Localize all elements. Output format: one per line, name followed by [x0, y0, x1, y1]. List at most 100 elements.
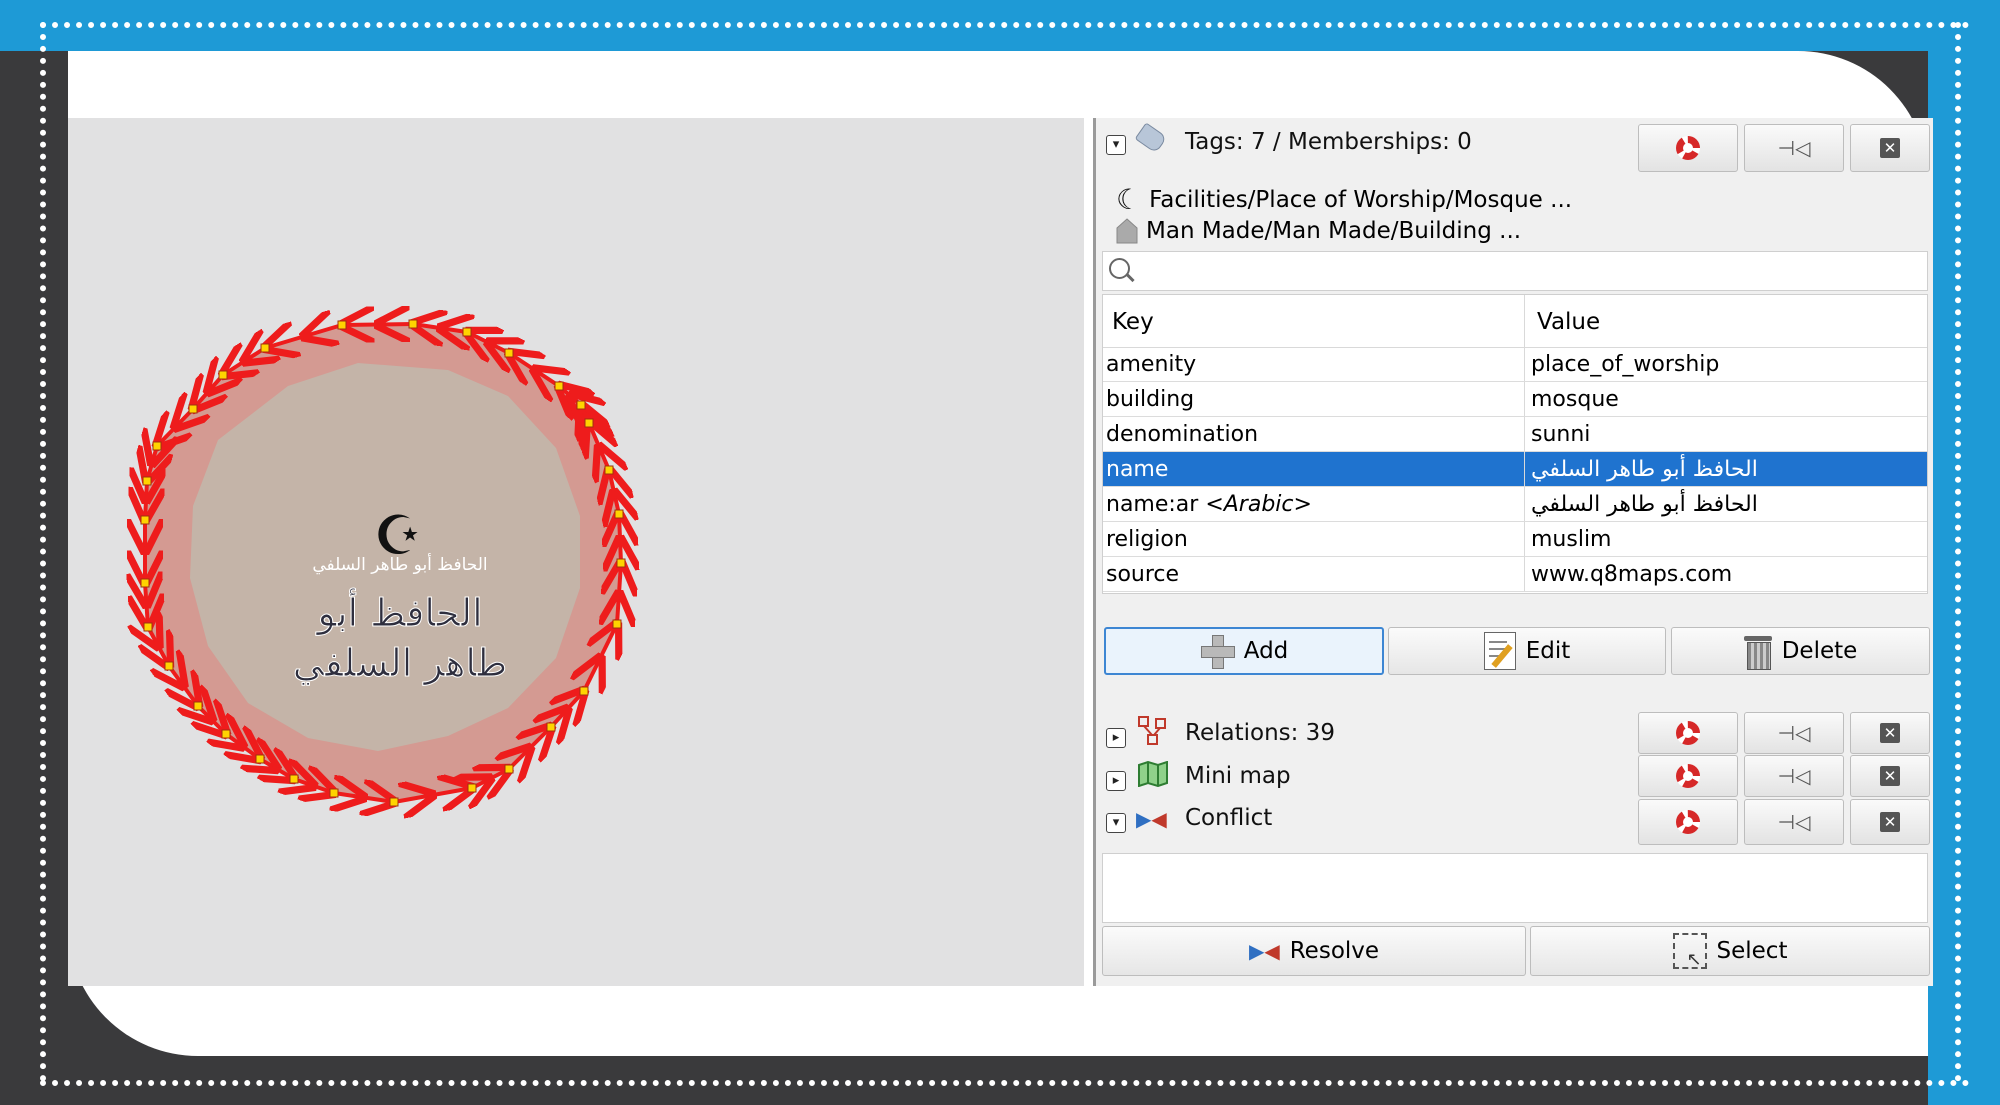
- select-button[interactable]: ↖ Select: [1530, 926, 1930, 976]
- way-node[interactable]: [218, 370, 228, 380]
- way-node[interactable]: [408, 319, 418, 329]
- column-header-key[interactable]: Key: [1112, 309, 1154, 335]
- relations-undock-button[interactable]: ⊣◁: [1744, 712, 1844, 754]
- way-node[interactable]: [614, 509, 624, 519]
- way-node[interactable]: [584, 418, 594, 428]
- way-node[interactable]: [193, 701, 203, 711]
- way-segment[interactable]: [342, 325, 378, 326]
- way-node[interactable]: [546, 722, 556, 732]
- table-row[interactable]: amenity place_of_worship: [1103, 347, 1927, 382]
- relations-panel-header[interactable]: ▸ Relations: 39 ⊣◁ ✕: [1096, 712, 1930, 755]
- preset-building[interactable]: Man Made/Man Made/Building ...: [1116, 218, 1521, 244]
- conflict-help-button[interactable]: [1638, 799, 1738, 845]
- tags-help-button[interactable]: [1638, 124, 1738, 172]
- map-view[interactable]: ☪ الحافظ أبو طاهر السلفي الحافظ أبو طاهر…: [68, 118, 1084, 986]
- way-node[interactable]: [504, 764, 514, 774]
- way-segment[interactable]: [619, 563, 621, 594]
- add-tag-button[interactable]: Add: [1104, 627, 1384, 675]
- minimap-expand-toggle[interactable]: ▸: [1106, 771, 1126, 791]
- relations-help-button[interactable]: [1638, 712, 1738, 754]
- way-node[interactable]: [152, 441, 162, 451]
- way-node[interactable]: [289, 774, 299, 784]
- column-header-value[interactable]: Value: [1537, 309, 1600, 335]
- relations-panel-title: Relations: 39: [1185, 720, 1335, 746]
- table-row[interactable]: name الحافظ أبو طاهر السلفي: [1103, 452, 1927, 487]
- map-label-line2: طاهر السلفي: [293, 641, 507, 686]
- way-node[interactable]: [616, 558, 626, 568]
- way-node[interactable]: [579, 686, 589, 696]
- way-node[interactable]: [255, 754, 265, 764]
- way-node[interactable]: [467, 783, 477, 793]
- way-node[interactable]: [554, 381, 564, 391]
- tags-close-button[interactable]: ✕: [1850, 124, 1930, 172]
- tag-table[interactable]: Key Value amenity place_of_worshipbuildin…: [1102, 294, 1928, 594]
- conflict-panel-header[interactable]: ▾ ▶◀ Conflict ⊣◁ ✕: [1096, 799, 1930, 845]
- conflict-list[interactable]: [1102, 853, 1928, 923]
- minimap-help-button[interactable]: [1638, 755, 1738, 797]
- minimap-close-button[interactable]: ✕: [1850, 755, 1930, 797]
- tag-value-cell[interactable]: الحافظ أبو طاهر السلفي: [1531, 492, 1758, 517]
- conflict-close-button[interactable]: ✕: [1850, 799, 1930, 845]
- way-node[interactable]: [143, 622, 153, 632]
- tag-value-cell[interactable]: muslim: [1531, 527, 1612, 552]
- way-node[interactable]: [140, 515, 150, 525]
- tag-value-cell[interactable]: sunni: [1531, 422, 1590, 447]
- minimap-undock-button[interactable]: ⊣◁: [1744, 755, 1844, 797]
- table-row[interactable]: source www.q8maps.com: [1103, 557, 1927, 592]
- relations-expand-toggle[interactable]: ▸: [1106, 728, 1126, 748]
- tag-value-cell[interactable]: mosque: [1531, 387, 1619, 412]
- way-node[interactable]: [604, 465, 614, 475]
- map-canvas[interactable]: ☪ الحافظ أبو طاهر السلفي الحافظ أبو طاهر…: [68, 118, 1084, 986]
- table-row[interactable]: denomination sunni: [1103, 417, 1927, 452]
- way-node[interactable]: [260, 343, 270, 353]
- tag-key-cell[interactable]: name:ar <Arabic>: [1106, 492, 1312, 517]
- tags-collapse-toggle[interactable]: ▾: [1106, 135, 1126, 155]
- way-node[interactable]: [329, 788, 339, 798]
- resolve-button[interactable]: ▶◀ Resolve: [1102, 926, 1526, 976]
- conflict-collapse-toggle[interactable]: ▾: [1106, 813, 1126, 833]
- tag-key-cell[interactable]: denomination: [1106, 422, 1258, 447]
- way-node[interactable]: [140, 578, 150, 588]
- tags-undock-button[interactable]: ⊣◁: [1744, 124, 1844, 172]
- tag-key-text: building: [1106, 387, 1195, 412]
- pin-icon: ⊣◁: [1777, 810, 1811, 834]
- tag-value-cell[interactable]: www.q8maps.com: [1531, 562, 1732, 587]
- way-node[interactable]: [462, 327, 472, 337]
- way-node[interactable]: [164, 661, 174, 671]
- tag-value-cell[interactable]: الحافظ أبو طاهر السلفي: [1531, 457, 1758, 482]
- way-segment[interactable]: [617, 594, 619, 625]
- way-node[interactable]: [389, 797, 399, 807]
- tag-key-cell[interactable]: source: [1106, 562, 1179, 587]
- column-separator[interactable]: [1524, 295, 1525, 347]
- way-node[interactable]: [504, 348, 514, 358]
- way-node[interactable]: [612, 619, 622, 629]
- tag-key-cell[interactable]: name: [1106, 457, 1168, 482]
- conflict-undock-button[interactable]: ⊣◁: [1744, 799, 1844, 845]
- table-row[interactable]: religion muslim: [1103, 522, 1927, 557]
- delete-tag-button[interactable]: Delete: [1671, 627, 1930, 675]
- tag-key-cell[interactable]: amenity: [1106, 352, 1196, 377]
- way-node[interactable]: [188, 404, 198, 414]
- minimap-panel-header[interactable]: ▸ Mini map ⊣◁ ✕: [1096, 755, 1930, 798]
- way-node[interactable]: [221, 729, 231, 739]
- table-row[interactable]: name:ar <Arabic> الحافظ أبو طاهر السلفي: [1103, 487, 1927, 522]
- tag-table-header: Key Value: [1103, 295, 1927, 348]
- relations-close-button[interactable]: ✕: [1850, 712, 1930, 754]
- edit-tag-button[interactable]: Edit: [1388, 627, 1666, 675]
- tag-key-cell[interactable]: religion: [1106, 527, 1188, 552]
- way-node[interactable]: [337, 320, 347, 330]
- way-segment[interactable]: [378, 324, 414, 325]
- way-node[interactable]: [142, 476, 152, 486]
- tag-key-cell[interactable]: building: [1106, 387, 1194, 412]
- close-icon: ✕: [1880, 766, 1900, 786]
- table-row[interactable]: building mosque: [1103, 382, 1927, 417]
- map-small-label: الحافظ أبو طاهر السلفي: [312, 553, 487, 575]
- tag-value-cell[interactable]: place_of_worship: [1531, 352, 1719, 377]
- lifebuoy-icon: [1676, 136, 1700, 160]
- preset-mosque[interactable]: ☾ Facilities/Place of Worship/Mosque ...: [1116, 183, 1572, 216]
- way-node[interactable]: [576, 400, 586, 410]
- conflict-panel-title: Conflict: [1185, 805, 1273, 831]
- tag-key-text: source: [1106, 562, 1180, 587]
- tag-search-input[interactable]: [1102, 251, 1928, 291]
- column-separator: [1524, 487, 1525, 521]
